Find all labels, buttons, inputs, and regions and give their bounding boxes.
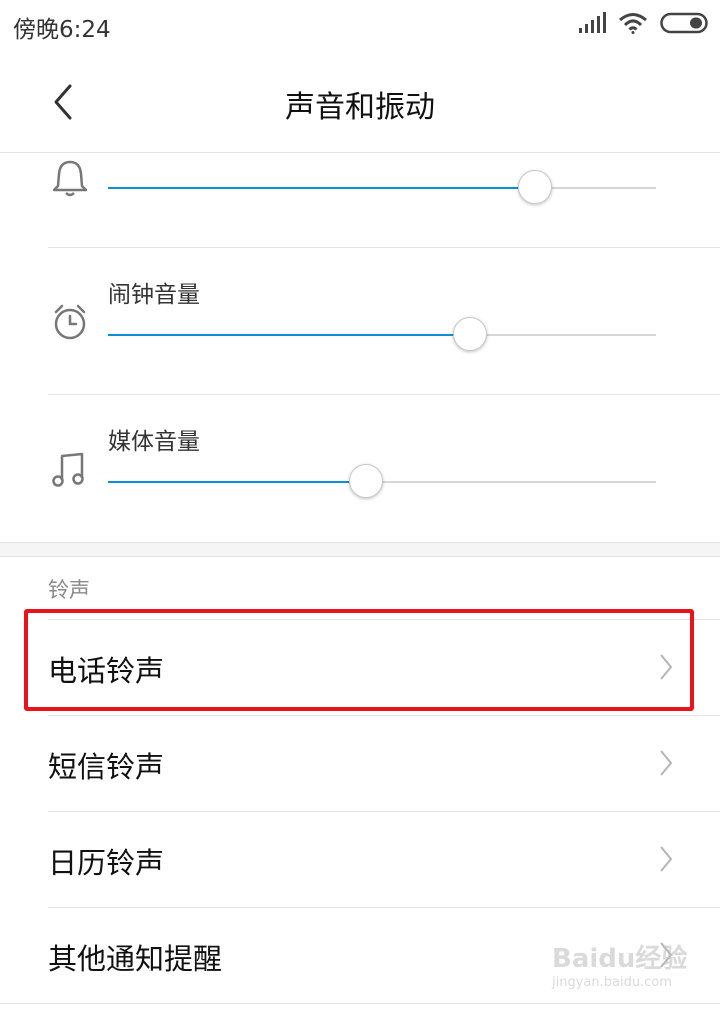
list-item-label: 日历铃声	[48, 846, 165, 880]
list-item-calendar-ringtone[interactable]: 日历铃声	[0, 812, 720, 907]
slider-thumb[interactable]	[348, 464, 383, 498]
list-item-label: 电话铃声	[48, 654, 165, 688]
title-bar: 声音和振动	[0, 52, 720, 152]
chevron-right-icon	[660, 846, 673, 872]
section-separator	[0, 542, 720, 557]
status-time: 傍晚6:24	[13, 17, 111, 43]
media-volume-row: 媒体音量	[0, 394, 720, 542]
list-item-label: 短信铃声	[48, 750, 165, 784]
alarm-clock-icon	[54, 304, 86, 340]
list-item-sms-ringtone[interactable]: 短信铃声	[0, 716, 720, 811]
media-volume-label: 媒体音量	[108, 429, 200, 455]
watermark-url: jingyan.baidu.com	[552, 975, 672, 990]
slider-thumb[interactable]	[452, 317, 487, 351]
slider-fill	[108, 481, 366, 483]
battery-icon	[660, 12, 708, 34]
status-bar: 傍晚6:24	[0, 0, 720, 52]
bell-icon	[52, 160, 88, 197]
media-volume-slider[interactable]	[108, 464, 656, 498]
status-icons	[578, 12, 708, 34]
slider-thumb[interactable]	[518, 170, 553, 204]
page-title: 声音和振动	[285, 90, 435, 125]
list-item-label: 其他通知提醒	[48, 942, 223, 976]
chevron-right-icon	[660, 750, 673, 776]
section-header-ringtones: 铃声	[48, 578, 90, 602]
ringtone-volume-row	[0, 152, 720, 247]
list-item-phone-ringtone[interactable]: 电话铃声	[0, 620, 720, 715]
divider	[0, 1003, 720, 1004]
slider-fill	[108, 187, 536, 189]
alarm-volume-label: 闹钟音量	[108, 282, 200, 308]
music-note-icon	[52, 452, 84, 487]
ringtone-volume-slider[interactable]	[108, 170, 656, 204]
chevron-right-icon	[660, 654, 673, 680]
baidu-watermark: Baidu经验 jingyan.baidu.com	[552, 938, 712, 998]
slider-fill	[108, 334, 470, 336]
wifi-icon	[619, 13, 647, 34]
alarm-volume-row: 闹钟音量	[0, 247, 720, 394]
watermark-logo: Baidu经验	[552, 944, 688, 974]
alarm-volume-slider[interactable]	[108, 317, 656, 351]
signal-icon	[579, 12, 606, 33]
